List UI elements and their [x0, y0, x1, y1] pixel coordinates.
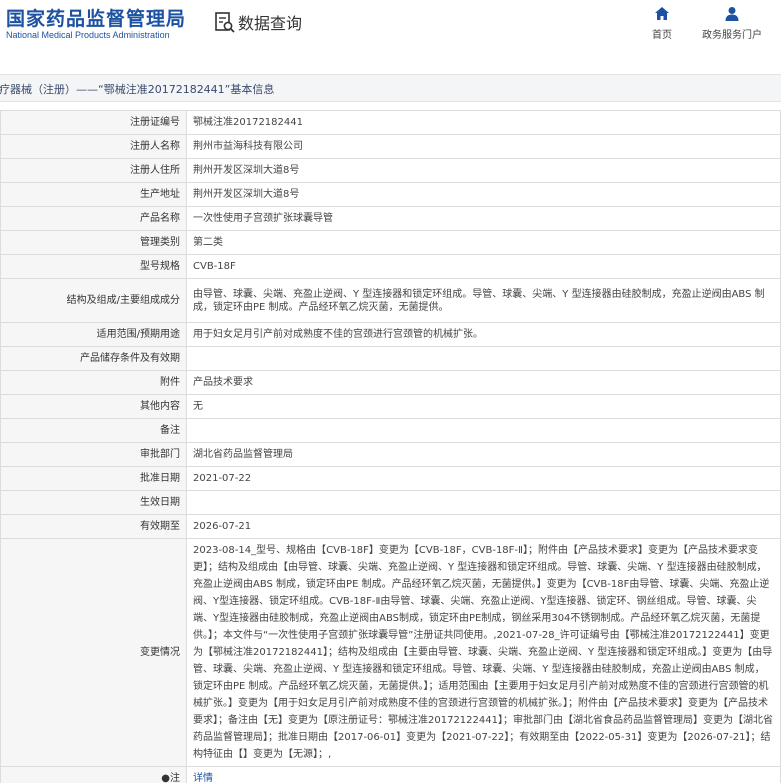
row-label: 批准日期	[0, 466, 187, 491]
row-value: 2026-07-21	[186, 514, 781, 539]
table-row: 结构及组成/主要组成成分 由导管、球囊、尖端、充盈止逆阀、Y 型连接器和锁定环组…	[0, 278, 781, 323]
row-value	[186, 490, 781, 515]
row-label: 生效日期	[0, 490, 187, 515]
row-label: 审批部门	[0, 442, 187, 467]
table-row: 审批部门 湖北省药品监督管理局	[0, 442, 781, 467]
row-value: 湖北省药品监督管理局	[186, 442, 781, 467]
row-value	[186, 346, 781, 371]
memo-row: ●注 详情	[0, 766, 781, 783]
row-label: 附件	[0, 370, 187, 395]
table-row: 附件 产品技术要求	[0, 370, 781, 395]
row-value: 一次性使用子宫颈扩张球囊导管	[186, 206, 781, 231]
row-label: 备注	[0, 418, 187, 443]
row-label: 管理类别	[0, 230, 187, 255]
table-row: 注册人住所 荆州开发区深圳大道8号	[0, 158, 781, 183]
row-value: 产品技术要求	[186, 370, 781, 395]
table-row: 有效期至 2026-07-21	[0, 514, 781, 539]
row-label: 产品储存条件及有效期	[0, 346, 187, 371]
row-value: 第二类	[186, 230, 781, 255]
basic-info-table: 注册证编号 鄂械注准20172182441 注册人名称 荆州市益海科技有限公司 …	[0, 110, 781, 783]
row-label: 有效期至	[0, 514, 187, 539]
table-row: 批准日期 2021-07-22	[0, 466, 781, 491]
row-label: 型号规格	[0, 254, 187, 279]
row-value: 鄂械注准20172182441	[186, 110, 781, 135]
row-value: 荆州市益海科技有限公司	[186, 134, 781, 159]
memo-label: ●注	[0, 766, 187, 783]
nav-home[interactable]: 首页	[632, 6, 692, 41]
logo-english-name[interactable]: National Medical Products Administration	[6, 30, 170, 40]
row-label: 注册人名称	[0, 134, 187, 159]
nav-gov-services-label: 政务服务门户	[702, 30, 762, 41]
record-title: 医疗器械（注册）——“鄂械注准20172182441”基本信息	[0, 83, 275, 96]
table-row: 注册人名称 荆州市益海科技有限公司	[0, 134, 781, 159]
row-value: CVB-18F	[186, 254, 781, 279]
table-row: 产品储存条件及有效期	[0, 346, 781, 371]
row-label: 结构及组成/主要组成成分	[0, 278, 187, 323]
row-label: 适用范围/预期用途	[0, 322, 187, 347]
table-row: 变更情况 2023-08-14_型号、规格由【CVB-18F】变更为【CVB-1…	[0, 538, 781, 767]
user-icon	[725, 7, 739, 21]
row-value	[186, 418, 781, 443]
home-icon	[655, 7, 669, 20]
row-label: 生产地址	[0, 182, 187, 207]
row-label: 变更情况	[0, 538, 187, 767]
row-label: 注册人住所	[0, 158, 187, 183]
change-history-value: 2023-08-14_型号、规格由【CVB-18F】变更为【CVB-18F，CV…	[186, 538, 781, 767]
row-value: 由导管、球囊、尖端、充盈止逆阀、Y 型连接器和锁定环组成。导管、球囊、尖端、Y …	[186, 278, 781, 323]
table-row: 型号规格 CVB-18F	[0, 254, 781, 279]
table-row: 注册证编号 鄂械注准20172182441	[0, 110, 781, 135]
section-title: 数据查询	[238, 14, 303, 33]
row-value: 荆州开发区深圳大道8号	[186, 158, 781, 183]
logo-chinese-name[interactable]: 国家药品监督管理局	[6, 4, 186, 31]
table-row: 生产地址 荆州开发区深圳大道8号	[0, 182, 781, 207]
row-label: 产品名称	[0, 206, 187, 231]
record-title-bar: 医疗器械（注册）——“鄂械注准20172182441”基本信息	[0, 74, 781, 102]
table-row: 其他内容 无	[0, 394, 781, 419]
row-value: 用于妇女足月引产前对成熟度不佳的宫颈进行宫颈管的机械扩张。	[186, 322, 781, 347]
table-row: 管理类别 第二类	[0, 230, 781, 255]
table-row: 产品名称 一次性使用子宫颈扩张球囊导管	[0, 206, 781, 231]
details-link[interactable]: 详情	[193, 773, 213, 783]
table-row: 备注	[0, 418, 781, 443]
row-value: 荆州开发区深圳大道8号	[186, 182, 781, 207]
nav-gov-services[interactable]: 政务服务门户	[702, 6, 762, 41]
table-row: 适用范围/预期用途 用于妇女足月引产前对成熟度不佳的宫颈进行宫颈管的机械扩张。	[0, 322, 781, 347]
data-query-icon	[215, 12, 235, 33]
table-row: 生效日期	[0, 490, 781, 515]
row-label: 注册证编号	[0, 110, 187, 135]
row-value: 2021-07-22	[186, 466, 781, 491]
nav-home-label: 首页	[652, 30, 672, 41]
site-header: 国家药品监督管理局 National Medical Products Admi…	[0, 0, 781, 68]
row-label: 其他内容	[0, 394, 187, 419]
row-value: 无	[186, 394, 781, 419]
